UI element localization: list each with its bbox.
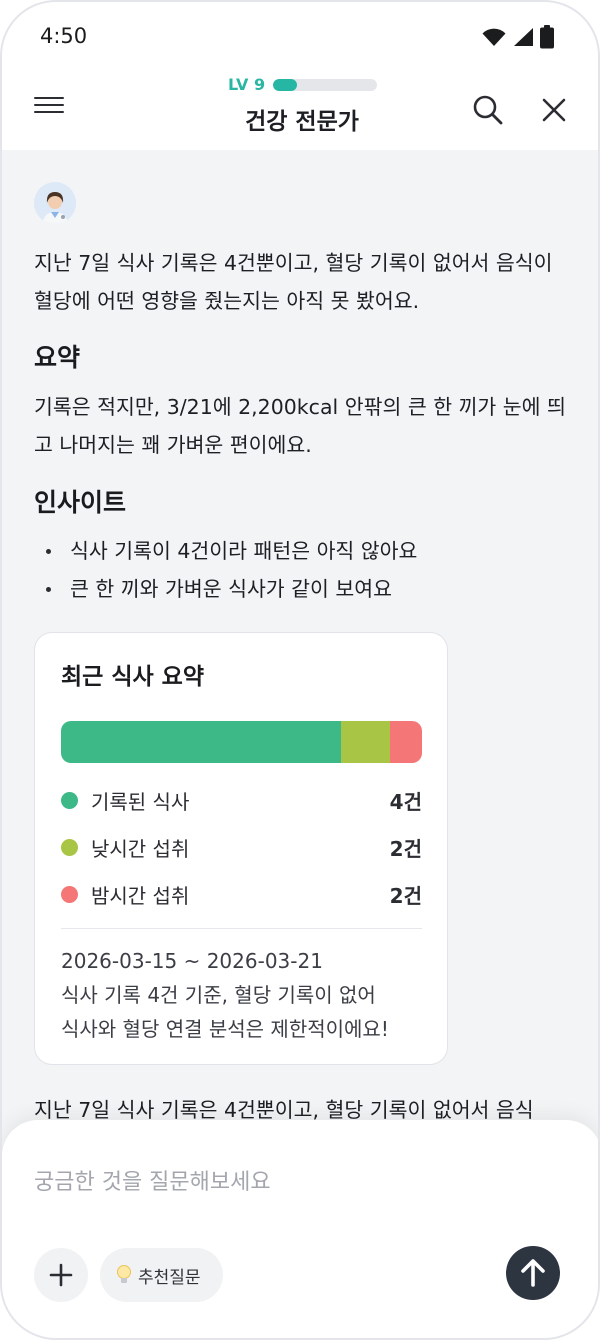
- status-icons: [482, 24, 554, 50]
- legend-dot: [61, 885, 78, 903]
- battery-icon: [540, 25, 554, 49]
- level-progress-fill: [273, 78, 297, 91]
- question-input[interactable]: 궁금한 것을 질문해보세요: [34, 1164, 271, 1196]
- list-item: 식사 기록이 4건이라 패턴은 아직 않아요: [46, 532, 417, 570]
- date-range: 2026-03-15 ~ 2026-03-21: [61, 949, 323, 973]
- legend-dot: [61, 838, 78, 856]
- plus-icon: [49, 1263, 73, 1287]
- legend-dot: [61, 791, 78, 809]
- send-button[interactable]: [506, 1246, 560, 1300]
- legend-label: 낮시간 섭취: [91, 836, 190, 861]
- legend-label: 밤시간 섭취: [91, 883, 190, 908]
- doctor-avatar-icon: [34, 182, 76, 224]
- status-time: 4:50: [40, 24, 88, 48]
- legend-value: 4건: [389, 789, 422, 814]
- legend-value: 2건: [389, 836, 422, 861]
- legend-row-recorded: 기록된 식사 4건: [61, 785, 422, 815]
- add-attachment-button[interactable]: [34, 1248, 88, 1302]
- meal-stacked-bar: [61, 721, 422, 763]
- suggested-questions-button[interactable]: 추천질문: [100, 1248, 223, 1302]
- cellular-signal-icon: [514, 28, 533, 46]
- level-label: LV 9: [228, 75, 266, 94]
- legend-value: 2건: [389, 883, 422, 908]
- card-note-line: 식사와 혈당 연결 분석은 제한적이에요!: [61, 1017, 389, 1041]
- card-divider: [61, 928, 422, 929]
- search-icon: [473, 95, 503, 125]
- insight-heading: 인사이트: [34, 488, 127, 517]
- bar-segment-recorded: [61, 721, 341, 763]
- status-bar: 4:50: [2, 2, 598, 68]
- close-icon: [542, 98, 566, 122]
- bar-segment-night: [389, 721, 422, 763]
- app-header: LV 9 건강 전문가: [2, 68, 598, 150]
- summary-heading: 요약: [34, 343, 81, 372]
- page-title: 건강 전문가: [245, 109, 359, 135]
- suggested-questions-label: 추천질문: [138, 1267, 201, 1288]
- level-indicator: LV 9: [228, 75, 378, 94]
- insight-list: 식사 기록이 4건이라 패턴은 아직 않아요 큰 한 끼와 가벼운 식사가 같이…: [46, 532, 417, 608]
- card-title: 최근 식사 요약: [61, 664, 204, 690]
- search-button[interactable]: [470, 92, 506, 128]
- chat-thread: 지난 7일 식사 기록은 4건뿐이고, 혈당 기록이 없어서 음식이 혈당에 어…: [2, 150, 598, 1150]
- level-progress-bar: [273, 78, 378, 91]
- legend-row-night: 밤시간 섭취 2건: [61, 879, 422, 909]
- phone-screen: 4:50 LV 9 건강 전문가 지난 7일 식사 기록은 4건뿐이고, 혈당 …: [0, 0, 600, 1340]
- arrow-up-icon: [521, 1259, 545, 1287]
- meal-summary-card: 최근 식사 요약 기록된 식사 4건 낮시간 섭취 2건 밤시간 섭취 2건 2…: [34, 632, 448, 1065]
- lightbulb-icon: [117, 1265, 131, 1283]
- list-item: 큰 한 끼와 가벼운 식사가 같이 보여요: [46, 570, 417, 608]
- chat-input-panel: 궁금한 것을 질문해보세요 추천질문: [2, 1120, 598, 1338]
- menu-icon: [34, 96, 64, 100]
- bar-segment-daytime: [340, 721, 390, 763]
- legend-row-daytime: 낮시간 섭취 2건: [61, 832, 422, 862]
- card-note-line: 식사 기록 4건 기준, 혈당 기록이 없어: [61, 983, 376, 1007]
- close-button[interactable]: [538, 94, 570, 126]
- legend-label: 기록된 식사: [91, 789, 190, 814]
- wifi-icon: [482, 28, 506, 46]
- message-intro: 지난 7일 식사 기록은 4건뿐이고, 혈당 기록이 없어서 음식이 혈당에 어…: [34, 251, 553, 313]
- summary-text: 기록은 적지만, 3/21에 2,200kcal 안팎의 큰 한 끼가 눈에 띄…: [34, 395, 566, 457]
